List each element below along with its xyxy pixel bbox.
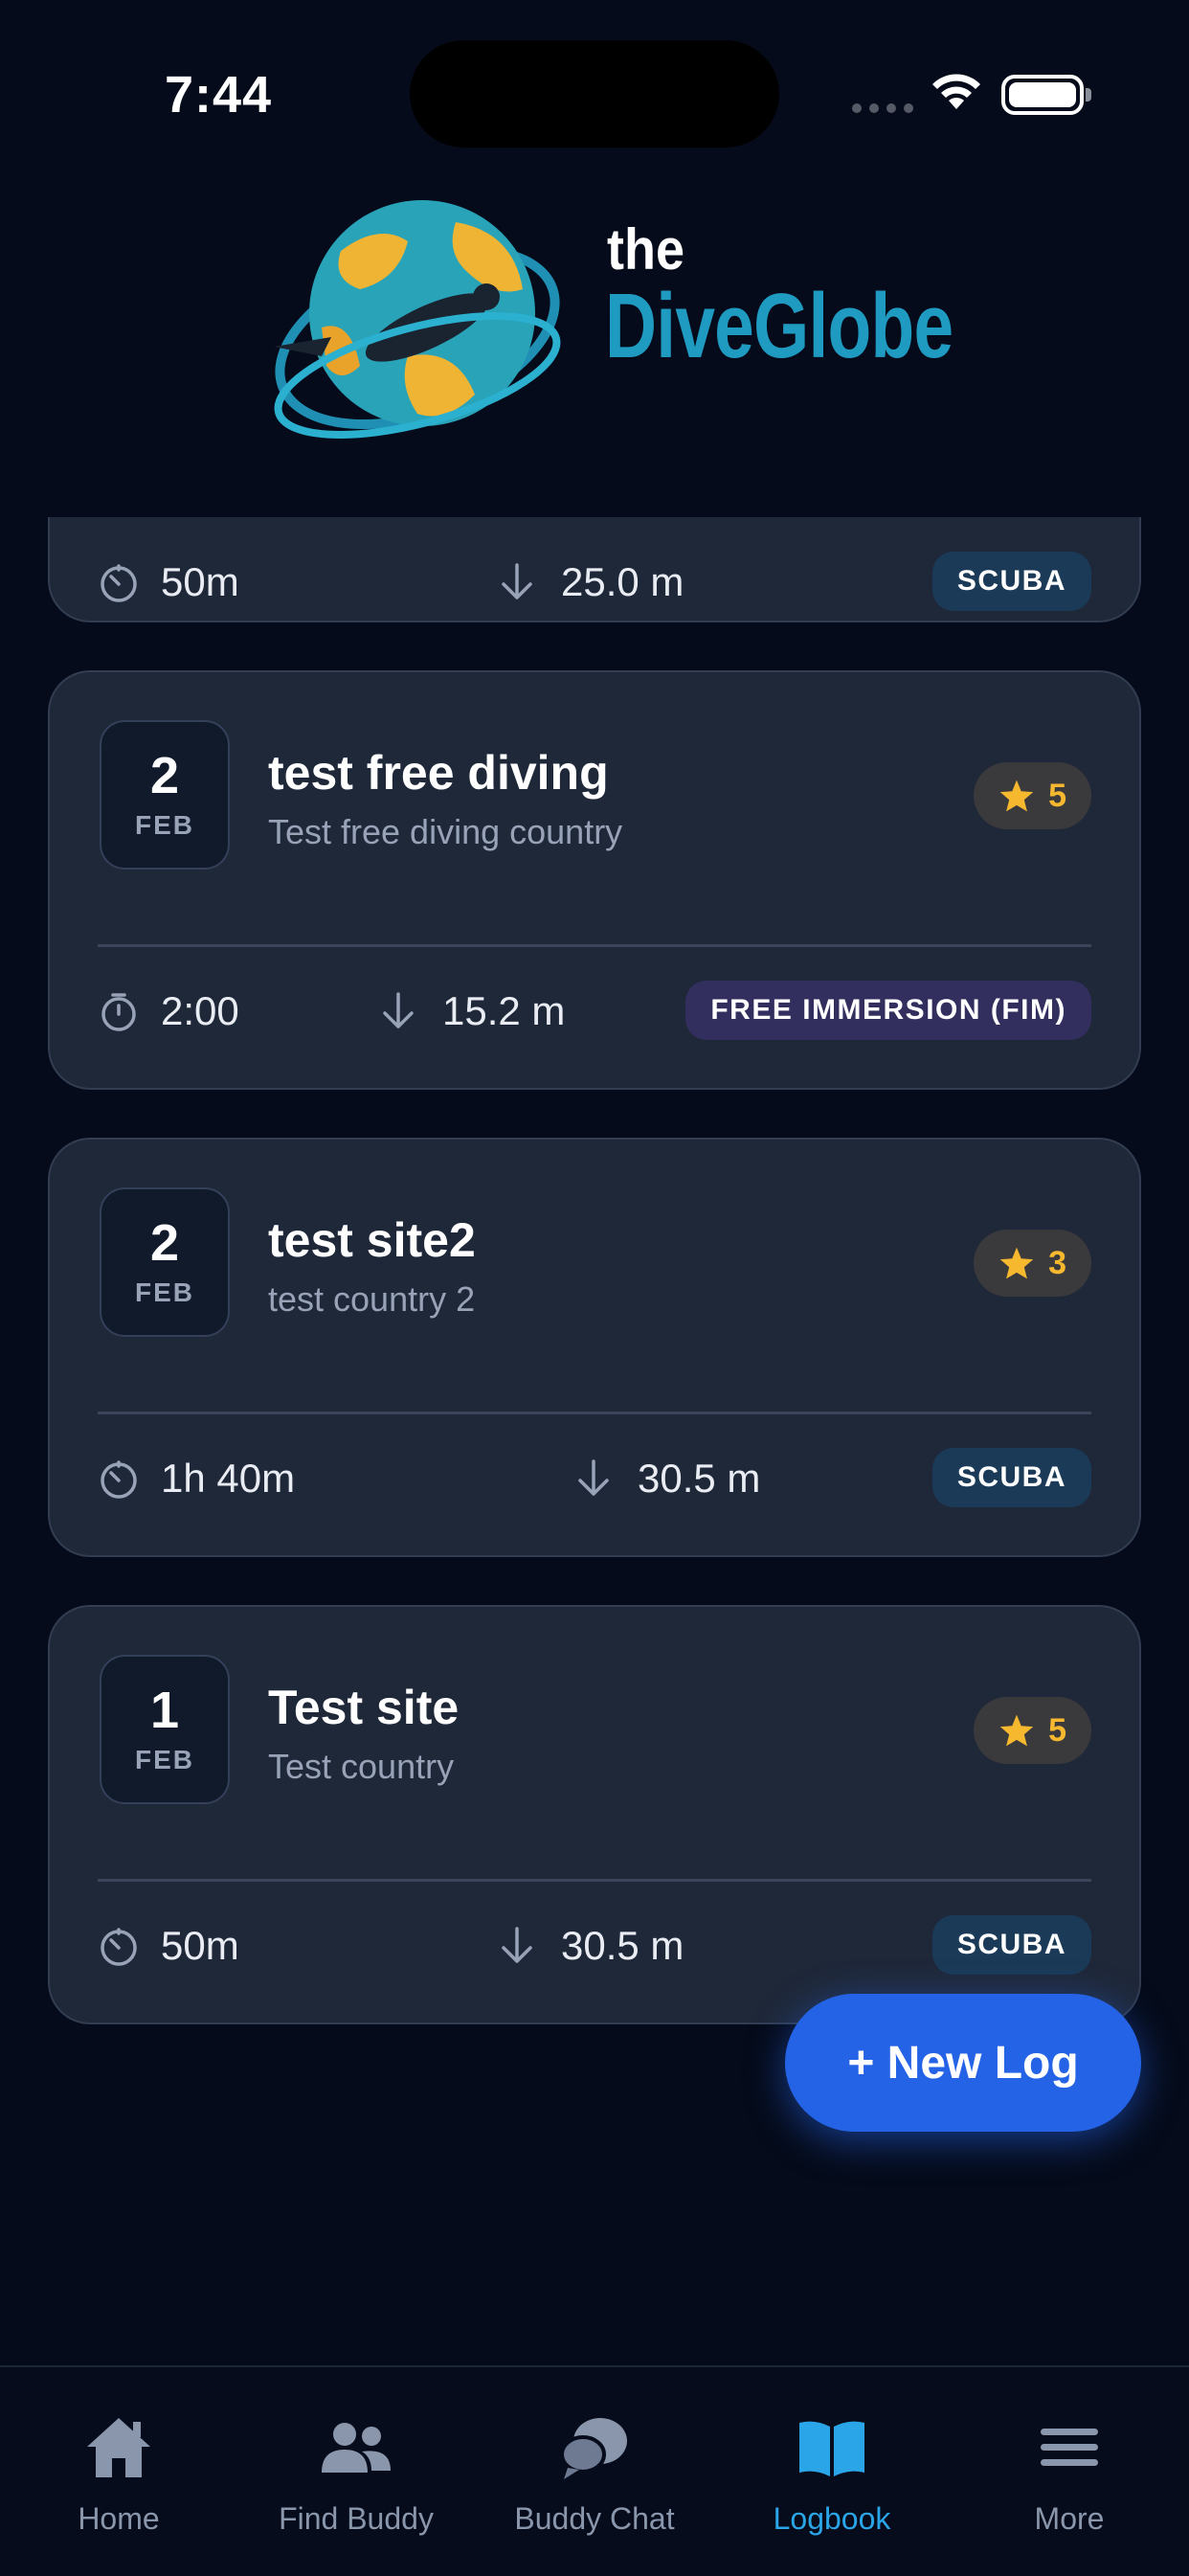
rating-badge: 3 bbox=[974, 1230, 1091, 1297]
tab-logbook[interactable]: Logbook bbox=[727, 2411, 937, 2537]
star-icon bbox=[999, 780, 1034, 812]
dive-site-country: test country 2 bbox=[268, 1279, 476, 1319]
arrow-down-icon bbox=[383, 992, 414, 1028]
depth-value: 15.2 m bbox=[442, 988, 566, 1033]
dive-site-title: Test site bbox=[268, 1681, 460, 1734]
dive-type-badge: FREE IMMERSION (FIM) bbox=[685, 981, 1091, 1040]
rating-badge: 5 bbox=[974, 762, 1091, 829]
home-icon bbox=[87, 2418, 150, 2477]
log-stats: 50m 30.5 m SCUBA bbox=[98, 1915, 1091, 1977]
tab-label: More bbox=[1034, 2501, 1105, 2536]
tab-label: Find Buddy bbox=[279, 2501, 434, 2536]
arrow-down-icon bbox=[502, 1927, 532, 1963]
log-card[interactable]: 2 FEB test site2 test country 2 3 1h 40m… bbox=[48, 1138, 1141, 1557]
tab-find-buddy[interactable]: Find Buddy bbox=[251, 2411, 461, 2537]
chat-icon bbox=[560, 2418, 627, 2479]
duration-value: 50m bbox=[161, 559, 239, 604]
divider bbox=[98, 1879, 1091, 1882]
tab-more[interactable]: More bbox=[964, 2411, 1175, 2537]
rating-value: 5 bbox=[1048, 777, 1066, 814]
duration-value: 1h 40m bbox=[161, 1456, 296, 1501]
people-icon bbox=[322, 2423, 391, 2473]
battery-icon bbox=[1001, 75, 1091, 115]
depth-stat: 25.0 m bbox=[498, 552, 684, 613]
duration-stat: 50m bbox=[98, 552, 239, 613]
stopwatch-icon bbox=[101, 993, 136, 1031]
book-icon bbox=[799, 2421, 864, 2476]
star-icon bbox=[999, 1247, 1034, 1279]
dive-site-title: test site2 bbox=[268, 1213, 476, 1267]
date-badge: 2 FEB bbox=[100, 720, 230, 870]
date-day: 2 bbox=[149, 1214, 180, 1272]
log-stats: 1h 40m 30.5 m SCUBA bbox=[98, 1448, 1091, 1509]
log-card[interactable]: 2 FEB test free diving Test free diving … bbox=[48, 670, 1141, 1090]
logo-text-name: DiveGlobe bbox=[605, 275, 953, 377]
log-stats: 2:00 15.2 m FREE IMMERSION (FIM) bbox=[98, 981, 1091, 1042]
tab-label: Logbook bbox=[773, 2501, 891, 2536]
date-month: FEB bbox=[135, 1277, 194, 1307]
dive-site-country: Test free diving country bbox=[268, 812, 623, 851]
log-card[interactable]: 50m 25.0 m SCUBA bbox=[48, 517, 1141, 622]
new-log-button[interactable]: + New Log bbox=[785, 1994, 1141, 2132]
dive-site-title: test free diving bbox=[268, 746, 609, 800]
date-month: FEB bbox=[135, 810, 194, 840]
divider bbox=[98, 944, 1091, 947]
arrow-down-icon bbox=[578, 1459, 609, 1496]
duration-value: 50m bbox=[161, 1923, 239, 1968]
dive-site-country: Test country bbox=[268, 1747, 455, 1786]
depth-value: 30.5 m bbox=[561, 1923, 684, 1968]
date-badge: 2 FEB bbox=[100, 1187, 230, 1337]
dive-type-badge: SCUBA bbox=[931, 1915, 1091, 1975]
logo-text-the: the bbox=[607, 217, 684, 282]
tab-buddy-chat[interactable]: Buddy Chat bbox=[489, 2411, 700, 2537]
timer-icon bbox=[101, 1460, 137, 1499]
dive-type-badge: SCUBA bbox=[931, 1448, 1091, 1507]
depth-stat: 15.2 m bbox=[379, 981, 565, 1042]
cellular-signal-icon bbox=[852, 103, 913, 113]
rating-value: 3 bbox=[1048, 1244, 1066, 1281]
duration-stat: 1h 40m bbox=[98, 1448, 295, 1509]
arrow-down-icon bbox=[502, 563, 532, 599]
log-card[interactable]: 1 FEB Test site Test country 5 50m 30.5 … bbox=[48, 1605, 1141, 2024]
divider bbox=[98, 1412, 1091, 1414]
log-stats: 50m 25.0 m SCUBA bbox=[98, 552, 1091, 613]
depth-stat: 30.5 m bbox=[574, 1448, 760, 1509]
duration-stat: 50m bbox=[98, 1915, 239, 1977]
depth-stat: 30.5 m bbox=[498, 1915, 684, 1977]
rating-value: 5 bbox=[1048, 1711, 1066, 1749]
menu-icon bbox=[1041, 2429, 1098, 2466]
dive-type-badge: SCUBA bbox=[931, 552, 1091, 611]
duration-stat: 2:00 bbox=[98, 981, 239, 1042]
depth-value: 30.5 m bbox=[638, 1456, 761, 1501]
dynamic-island bbox=[410, 40, 779, 147]
tab-home[interactable]: Home bbox=[13, 2411, 224, 2537]
star-icon bbox=[999, 1714, 1034, 1747]
globe-diver-logo-icon bbox=[274, 200, 561, 439]
date-badge: 1 FEB bbox=[100, 1655, 230, 1804]
wifi-icon bbox=[932, 74, 980, 109]
date-day: 1 bbox=[149, 1682, 180, 1739]
tab-label: Buddy Chat bbox=[514, 2501, 675, 2536]
bottom-tab-bar: Home Find Buddy Buddy Chat Logbook More bbox=[0, 2365, 1189, 2576]
status-time: 7:44 bbox=[165, 66, 273, 124]
depth-value: 25.0 m bbox=[561, 559, 684, 604]
timer-icon bbox=[101, 564, 137, 602]
date-month: FEB bbox=[135, 1745, 194, 1774]
timer-icon bbox=[101, 1928, 137, 1966]
date-day: 2 bbox=[149, 747, 180, 804]
tab-label: Home bbox=[78, 2501, 160, 2536]
rating-badge: 5 bbox=[974, 1697, 1091, 1764]
duration-value: 2:00 bbox=[161, 988, 239, 1033]
